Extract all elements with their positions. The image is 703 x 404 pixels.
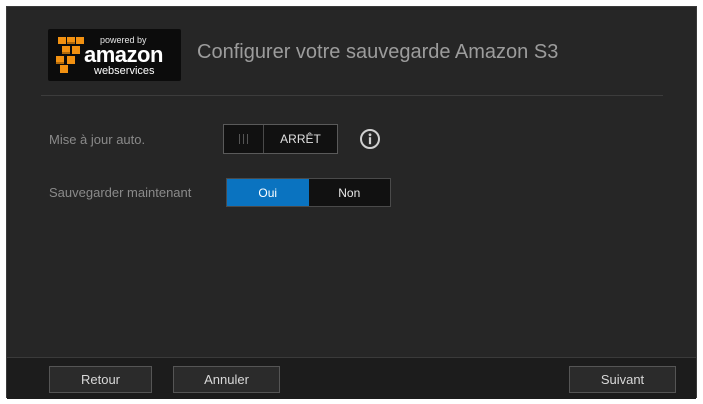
dialog-header: powered by amazon webservices Configurer…: [7, 7, 696, 95]
info-icon[interactable]: [359, 128, 381, 150]
grip-icon: [239, 134, 248, 144]
backup-now-yes-option[interactable]: Oui: [227, 179, 309, 206]
aws-cubes-icon: [56, 37, 84, 73]
page-title: Configurer votre sauvegarde Amazon S3: [197, 41, 559, 63]
auto-update-label: Mise à jour auto.: [49, 132, 146, 147]
dialog-footer: Retour Annuler Suivant: [7, 358, 696, 399]
aws-s3-setup-dialog: powered by amazon webservices Configurer…: [6, 6, 697, 399]
next-button[interactable]: Suivant: [569, 366, 676, 393]
back-button[interactable]: Retour: [49, 366, 152, 393]
backup-now-label: Sauvegarder maintenant: [49, 185, 192, 200]
toggle-grip-handle[interactable]: [224, 125, 264, 153]
aws-tagline-text: webservices: [94, 65, 155, 77]
backup-now-segmented-control: Oui Non: [226, 178, 391, 207]
backup-now-no-option[interactable]: Non: [309, 179, 391, 206]
toggle-state-text: ARRÊT: [280, 132, 321, 146]
header-divider: [41, 95, 663, 96]
aws-logo: powered by amazon webservices: [48, 29, 181, 81]
auto-update-toggle[interactable]: ARRÊT: [223, 124, 338, 154]
cancel-button[interactable]: Annuler: [173, 366, 280, 393]
